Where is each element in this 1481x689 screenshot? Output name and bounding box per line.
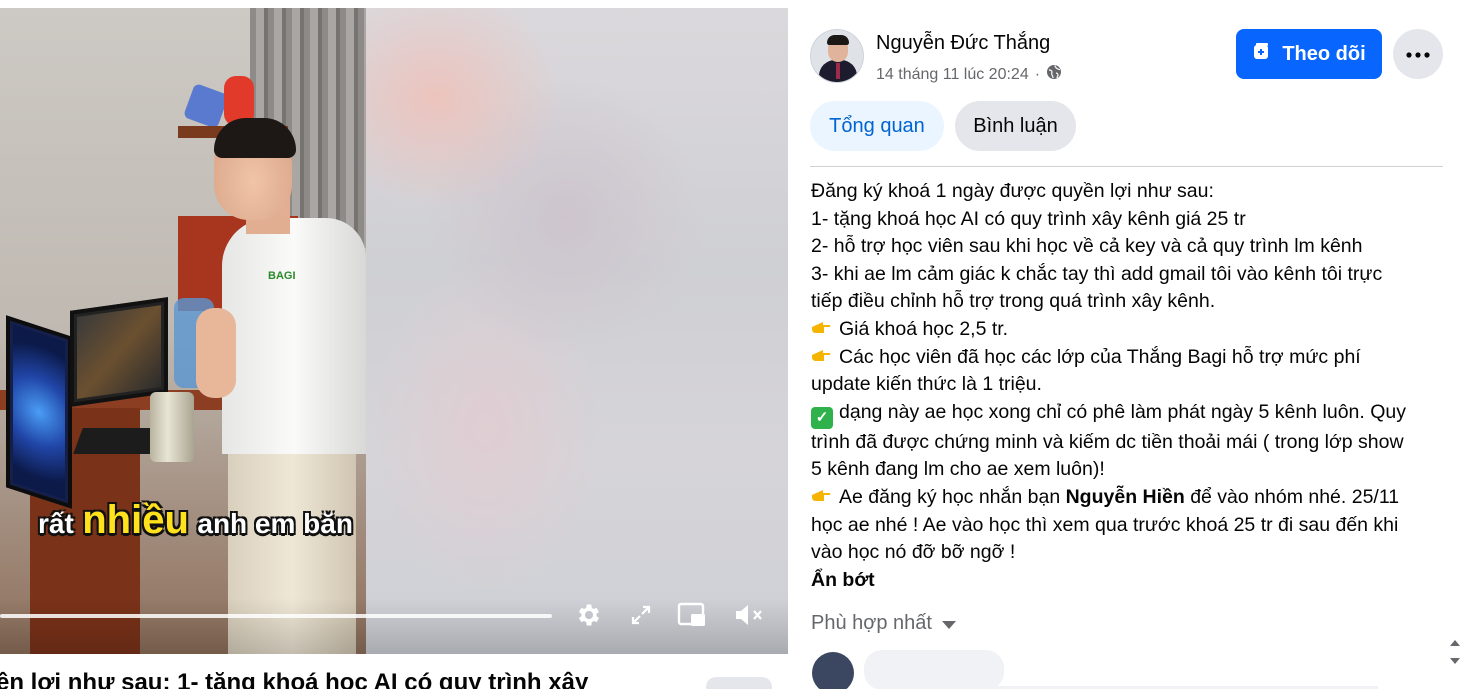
post-panel: Nguyễn Đức Thắng 14 tháng 11 lúc 20:24 ·…	[788, 8, 1481, 689]
title-action-chip[interactable]	[706, 677, 772, 689]
post-line: 1- tặng khoá học AI có quy trình xây kên…	[811, 207, 1246, 230]
more-options-button[interactable]	[1393, 29, 1443, 79]
keyboard	[73, 428, 161, 454]
volume-muted-icon	[733, 601, 765, 634]
screen: BAGI rất nhiều anh em băn ền lợi như sau…	[0, 0, 1481, 689]
milk-can	[150, 392, 194, 462]
post-line-text: để vào nhóm nhé. 25/11	[1184, 485, 1400, 508]
post-line: 2- hỗ trợ học viên sau khi học về cả key…	[811, 235, 1363, 258]
post-line: trình đã được chứng minh và kiếm dc tiền…	[811, 430, 1404, 453]
person-arm	[196, 308, 236, 398]
comment-bubble	[864, 650, 1004, 689]
check-mark-icon: ✓	[811, 406, 833, 429]
globe-icon	[1046, 64, 1062, 85]
post-line: 3- khi ae lm cảm giác k chắc tay thì add…	[811, 262, 1383, 285]
mute-button[interactable]	[734, 602, 764, 632]
post-line: Các học viên đã học các lớp của Thắng Ba…	[811, 344, 1447, 372]
monitor-right	[70, 297, 168, 407]
shirt-logo: BAGI	[268, 270, 296, 282]
post-line: Đăng ký khoá 1 ngày được quyền lợi như s…	[811, 180, 1214, 202]
monitor-left	[6, 315, 72, 509]
post-line: 5 kênh đang lm cho ae xem luôn)!	[811, 458, 1105, 481]
scroll-up-icon	[1450, 640, 1460, 646]
follow-icon	[1252, 41, 1272, 67]
video-caption: rất nhiều anh em băn	[38, 498, 353, 543]
post-line: học ae nhé ! Ae vào học thì xem qua trướ…	[811, 513, 1399, 536]
see-less-link[interactable]: Ẩn bớt	[811, 567, 1447, 595]
caption-highlight: nhiều	[82, 498, 189, 542]
follow-button[interactable]: Theo dõi	[1236, 29, 1382, 79]
person-hair	[214, 118, 296, 158]
pointing-hand-icon	[811, 484, 833, 512]
gear-icon	[575, 601, 603, 634]
blurred-background	[366, 8, 788, 654]
post-line-text: Giá khoá học 2,5 tr.	[839, 317, 1009, 340]
progress-bar[interactable]	[0, 614, 552, 618]
picture-in-picture-button[interactable]	[677, 602, 707, 632]
toy-figure	[182, 82, 230, 130]
expand-icon	[629, 603, 653, 632]
video-frame: BAGI	[0, 8, 366, 654]
post-meta: 14 tháng 11 lúc 20:24 ·	[876, 64, 1062, 85]
tab-overview[interactable]: Tổng quan	[810, 101, 944, 151]
post-line: tiếp điều chỉnh hỗ trợ trong quá trình x…	[811, 290, 1216, 313]
picture-in-picture-icon	[677, 601, 707, 634]
post-line: update kiến thức là 1 triệu.	[811, 373, 1042, 396]
caption-part-1: rất	[38, 508, 74, 539]
mention-link[interactable]: Nguyễn Hiền	[1066, 486, 1185, 508]
scroll-down-icon	[1450, 658, 1460, 664]
author-name[interactable]: Nguyễn Đức Thắng	[876, 32, 1050, 55]
post-line: Giá khoá học 2,5 tr.	[811, 316, 1447, 344]
caret-down-icon	[942, 621, 956, 629]
more-dots-icon	[1406, 45, 1430, 63]
post-line-text: Ae đăng ký học nhắn bạn	[839, 485, 1066, 508]
pointing-hand-icon	[811, 316, 833, 344]
sort-label: Phù hợp nhất	[811, 612, 932, 634]
video-controls	[0, 598, 788, 654]
post-line-text: Các học viên đã học các lớp của Thắng Ba…	[839, 345, 1361, 368]
comment-sort-dropdown[interactable]: Phù hợp nhất	[811, 612, 956, 635]
follow-label: Theo dõi	[1282, 42, 1366, 65]
fullscreen-button[interactable]	[626, 602, 656, 632]
settings-button[interactable]	[574, 602, 604, 632]
post-text: Đăng ký khoá 1 ngày được quyền lợi như s…	[811, 178, 1447, 594]
caption-part-3: anh em băn	[197, 508, 353, 539]
post-line: Ae đăng ký học nhắn bạn Nguyễn Hiền để v…	[811, 484, 1447, 512]
person-shirt	[222, 218, 366, 454]
dot-separator: ·	[1034, 65, 1041, 83]
video-title: ền lợi như sau: 1- tặng khoá học AI có q…	[0, 669, 589, 689]
scroll-arrows[interactable]	[1448, 640, 1462, 664]
tab-comments[interactable]: Bình luận	[955, 101, 1076, 151]
pointing-hand-icon	[811, 344, 833, 372]
post-line: vào học nó đỡ bỡ ngỡ !	[811, 541, 1016, 564]
commenter-avatar[interactable]	[812, 652, 854, 689]
post-line-text: dạng này ae học xong chỉ có phê làm phát…	[839, 400, 1406, 423]
post-timestamp[interactable]: 14 tháng 11 lúc 20:24	[876, 66, 1029, 84]
author-avatar[interactable]	[810, 29, 864, 83]
post-line: ✓ dạng này ae học xong chỉ có phê làm phá…	[811, 399, 1447, 429]
video-player[interactable]: BAGI rất nhiều anh em băn	[0, 8, 788, 654]
divider	[810, 166, 1443, 167]
